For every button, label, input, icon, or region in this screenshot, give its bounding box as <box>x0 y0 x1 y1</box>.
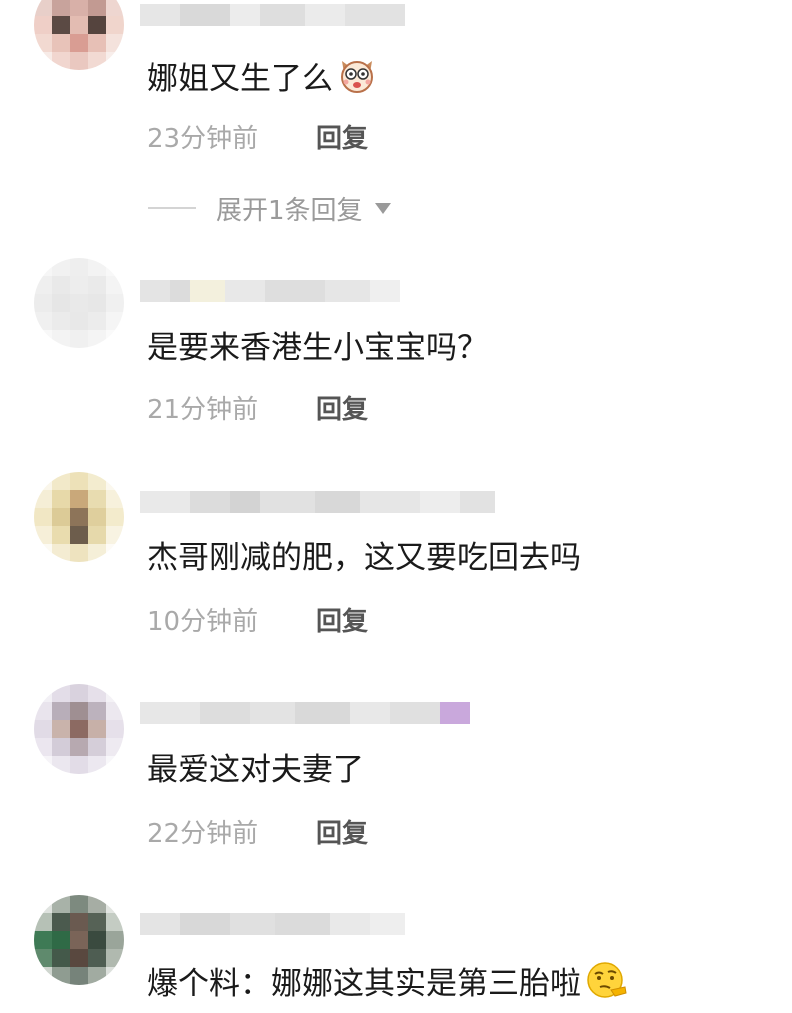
comment-time: 22分钟前 <box>147 819 259 849</box>
avatar[interactable] <box>34 472 124 562</box>
triangle-down-icon <box>374 202 391 214</box>
reply-button[interactable]: 回复 <box>316 605 368 639</box>
comment-time: 21分钟前 <box>147 395 259 425</box>
comment-time: 10分钟前 <box>147 607 259 637</box>
username-blurred[interactable] <box>140 491 495 513</box>
comment-time: 23分钟前 <box>147 124 259 154</box>
comment-text: 最爱这对夫妻了 <box>147 752 364 788</box>
avatar[interactable] <box>34 684 124 774</box>
comment-text: 杰哥刚减的肥，这又要吃回去吗 <box>147 540 581 576</box>
expand-divider <box>148 207 196 209</box>
avatar[interactable] <box>34 258 124 348</box>
reply-button[interactable]: 回复 <box>316 122 368 156</box>
reply-button[interactable]: 回复 <box>316 817 368 851</box>
comment-text: 爆个料：娜娜这其实是第三胎啦 <box>147 960 629 1010</box>
comment-text: 是要来香港生小宝宝吗？ <box>147 330 488 366</box>
expand-replies-button[interactable]: 展开1条回复 <box>148 190 391 226</box>
avatar[interactable] <box>34 895 124 985</box>
comment-text: 娜姐又生了么 <box>147 55 377 105</box>
username-blurred[interactable] <box>140 702 470 724</box>
dog-emoji-icon <box>337 55 377 105</box>
username-blurred[interactable] <box>140 280 400 302</box>
reply-button[interactable]: 回复 <box>316 393 368 427</box>
username-blurred[interactable] <box>140 913 405 935</box>
avatar[interactable] <box>34 0 124 70</box>
thinking-face-emoji-icon <box>585 960 629 1010</box>
expand-label: 展开1条回复 <box>216 195 363 226</box>
username-blurred[interactable] <box>140 4 405 26</box>
comment-list: 娜姐又生了么 23分钟前 回复 展开1条回复 是要来香港生小宝宝吗？ 21分钟前… <box>0 0 792 1013</box>
